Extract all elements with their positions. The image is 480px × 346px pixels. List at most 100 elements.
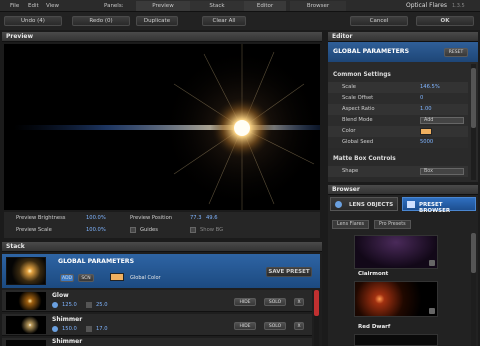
preview-position-y[interactable]: 49.6 [206, 215, 218, 221]
preview-controls: Preview Brightness 100.0% Preview Scale … [4, 212, 320, 238]
scn-button[interactable]: SCN [78, 274, 94, 282]
tab-preview[interactable]: Preview [136, 1, 190, 11]
solo-button[interactable]: SOLO [264, 298, 286, 306]
app-version: 1.3.5 [452, 3, 465, 9]
stack-scroll-thumb[interactable] [314, 290, 319, 316]
param-label: Blend Mode [342, 117, 373, 123]
param-value[interactable]: 146.5% [420, 84, 440, 90]
layer-name: Shimmer [52, 338, 83, 345]
preview-scale-value[interactable]: 100.0% [86, 227, 106, 233]
breadcrumb-lens-flares[interactable]: Lens Flares [332, 220, 369, 229]
layer-value-1[interactable]: 150.0 [62, 326, 77, 332]
redo-button[interactable]: Redo (0) [72, 16, 130, 26]
preview-header: Preview [2, 32, 322, 42]
undo-button[interactable]: Undo (4) [4, 16, 62, 26]
lens-flare-image [4, 44, 320, 210]
lens-objects-label: LENS OBJECTS [349, 202, 394, 208]
guides-label: Guides [140, 227, 158, 233]
ok-button[interactable]: OK [416, 16, 474, 26]
param-value[interactable]: 5000 [420, 139, 433, 145]
shape-select[interactable]: Box [420, 168, 464, 175]
layer-name: Glow [52, 292, 69, 299]
layer-thumb [6, 316, 46, 334]
preview-brightness-value[interactable]: 100.0% [86, 215, 106, 221]
global-color-label: Global Color [130, 275, 161, 281]
cancel-button[interactable]: Cancel [350, 16, 408, 26]
editor-scroll-thumb[interactable] [471, 68, 476, 128]
common-settings-title: Common Settings [333, 72, 391, 78]
layer-icon [86, 302, 92, 308]
reset-button[interactable]: RESET [444, 48, 468, 57]
remove-button[interactable]: X [294, 298, 304, 306]
editor-scrollbar[interactable] [471, 64, 476, 180]
visibility-icon[interactable] [52, 302, 58, 308]
preset-thumb[interactable] [354, 281, 438, 317]
param-row[interactable]: Scale Offset 0 [328, 93, 468, 104]
hide-button[interactable]: HIDE [234, 322, 256, 330]
menu-file[interactable]: File [10, 3, 19, 9]
lens-objects-icon [335, 201, 342, 208]
preset-name: Red Dwarf [358, 324, 391, 330]
param-row[interactable]: Color [328, 126, 468, 137]
toolbar: Undo (4) Redo (0) Duplicate Clear All Ca… [0, 12, 480, 30]
save-preset-button[interactable]: SAVE PRESET [266, 267, 312, 277]
preview-scale-label: Preview Scale [16, 227, 52, 233]
preset-info-icon[interactable] [429, 308, 435, 314]
editor-panel: GLOBAL PARAMETERS RESET Common Settings … [328, 42, 478, 182]
guides-checkbox[interactable] [130, 227, 136, 233]
preview-viewport[interactable] [4, 44, 320, 210]
param-row[interactable]: Aspect Ratio 1.00 [328, 104, 468, 115]
stack-scrollbar[interactable] [314, 290, 319, 346]
stack-layer-row[interactable]: Shimmer 150.0 17.0 HIDE SOLO X [2, 314, 312, 336]
browser-panel: LENS OBJECTS PRESET BROWSER Lens Flares … [328, 195, 478, 346]
preset-thumb[interactable] [354, 334, 438, 346]
preview-position-x[interactable]: 77.3 [190, 215, 202, 221]
layer-value-1[interactable]: 125.0 [62, 302, 77, 308]
param-row[interactable]: Shape Box [328, 166, 468, 177]
global-params-row[interactable]: GLOBAL PARAMETERS ADD SCN Global Color S… [2, 254, 320, 288]
color-swatch[interactable] [420, 128, 432, 135]
app-title: Optical Flares [406, 2, 448, 9]
panels-label: Panels: [104, 3, 124, 9]
show-bg-checkbox[interactable] [190, 227, 196, 233]
layer-icon [86, 326, 92, 332]
browser-scrollbar[interactable] [471, 233, 476, 346]
layer-value-2[interactable]: 25.0 [96, 302, 108, 308]
visibility-icon[interactable] [52, 326, 58, 332]
stack-layer-row[interactable]: Glow 125.0 25.0 HIDE SOLO X [2, 290, 312, 312]
add-button[interactable]: ADD [60, 274, 74, 282]
param-value[interactable]: 1.00 [420, 106, 432, 112]
tab-browser[interactable]: Browser [290, 1, 346, 11]
global-params-title: GLOBAL PARAMETERS [58, 258, 135, 265]
lens-objects-button[interactable]: LENS OBJECTS [330, 197, 398, 211]
hide-button[interactable]: HIDE [234, 298, 256, 306]
editor-header: Editor [328, 32, 478, 42]
layer-value-2[interactable]: 17.0 [96, 326, 108, 332]
param-value[interactable]: 0 [420, 95, 423, 101]
browser-scroll-thumb[interactable] [471, 233, 476, 273]
menu-view[interactable]: View [46, 3, 59, 9]
global-color-swatch[interactable] [110, 273, 124, 281]
param-row[interactable]: Blend Mode Add [328, 115, 468, 126]
blend-mode-select[interactable]: Add [420, 117, 464, 124]
layer-thumb [6, 292, 46, 310]
param-label: Global Seed [342, 139, 374, 145]
menu-edit[interactable]: Edit [28, 3, 39, 9]
tab-editor[interactable]: Editor [244, 1, 286, 11]
duplicate-button[interactable]: Duplicate [136, 16, 178, 26]
param-row[interactable]: Scale 146.5% [328, 82, 468, 93]
stack-layer-row[interactable]: Shimmer [2, 338, 312, 346]
solo-button[interactable]: SOLO [264, 322, 286, 330]
editor-section-title: GLOBAL PARAMETERS [333, 48, 410, 55]
remove-button[interactable]: X [294, 322, 304, 330]
tab-stack[interactable]: Stack [190, 1, 244, 11]
preset-browser-button[interactable]: PRESET BROWSER [402, 197, 476, 214]
param-row[interactable]: Global Seed 5000 [328, 137, 468, 148]
menubar: File Edit View Panels: Preview Stack Edi… [0, 0, 480, 12]
preset-info-icon[interactable] [429, 260, 435, 266]
preset-thumb[interactable] [354, 235, 438, 269]
param-label: Scale [342, 84, 356, 90]
breadcrumb-pro-presets[interactable]: Pro Presets [374, 220, 411, 229]
breadcrumb: Lens Flares Pro Presets [330, 220, 476, 230]
clear-all-button[interactable]: Clear All [202, 16, 246, 26]
